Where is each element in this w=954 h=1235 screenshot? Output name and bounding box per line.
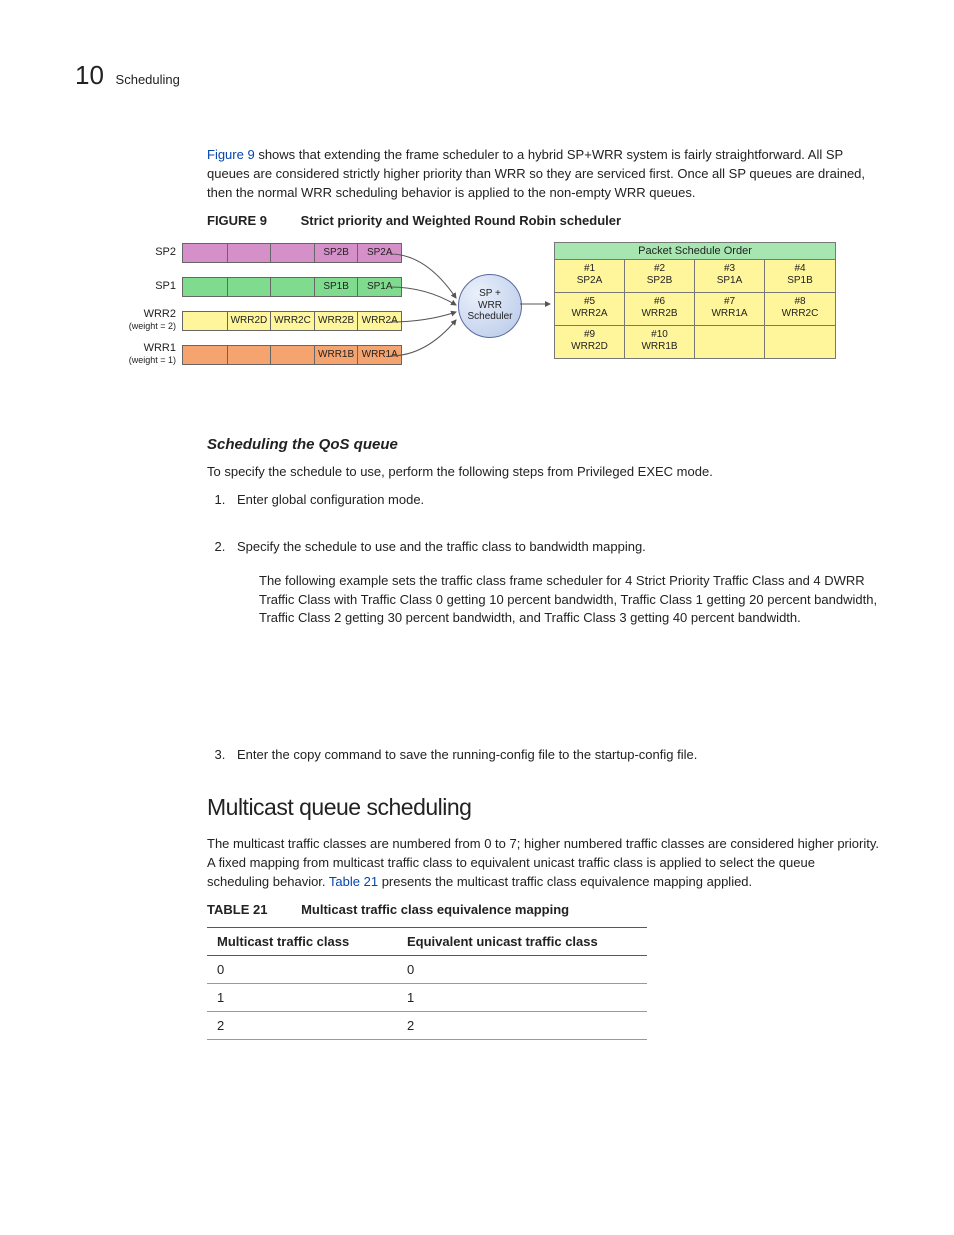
qos-heading: Scheduling the QoS queue (207, 436, 879, 453)
figure-label: FIGURE 9 (207, 213, 267, 228)
intro-text: shows that extending the frame scheduler… (207, 147, 865, 200)
table-label: TABLE 21 (207, 902, 267, 917)
qos-step-3: Enter the copy command to save the runni… (229, 746, 879, 764)
queue-label: SP2 (122, 247, 182, 259)
step-text: Enter global configuration mode. (237, 492, 424, 507)
queue-cell (183, 244, 227, 262)
queue-cell (183, 312, 227, 330)
queue-cell: SP2B (314, 244, 358, 262)
table-row: 00 (207, 956, 647, 984)
page-header: 10 Scheduling (75, 60, 879, 91)
figure-9: SP2SP2BSP2ASP1SP1BSP1AWRR2(weight = 2)WR… (122, 236, 879, 416)
order-cell: #9WRR2D (555, 326, 625, 358)
queue-cell (270, 278, 314, 296)
multicast-after: presents the multicast traffic class equ… (378, 874, 752, 889)
queue-cell (270, 244, 314, 262)
figure-9-link[interactable]: Figure 9 (207, 147, 255, 162)
table-cell: 2 (207, 1012, 397, 1040)
queue-cell: SP1B (314, 278, 358, 296)
scheduler-line3: Scheduler (459, 311, 521, 323)
queue-cell (270, 346, 314, 364)
scheduler-line2: WRR (459, 300, 521, 312)
queue-label: SP1 (122, 281, 182, 293)
queue-row: WRR1(weight = 1)WRR1BWRR1A (122, 344, 402, 366)
multicast-para: The multicast traffic classes are number… (207, 835, 879, 892)
step-text: Specify the schedule to use and the traf… (237, 539, 646, 554)
queue-cell: WRR2D (227, 312, 271, 330)
qos-step-1: Enter global configuration mode. (229, 491, 879, 509)
table-caption-line: TABLE 21 Multicast traffic class equival… (207, 902, 879, 917)
table-cell: 1 (207, 984, 397, 1012)
multicast-heading: Multicast queue scheduling (207, 794, 879, 821)
order-cell: #8WRR2C (765, 293, 835, 326)
queue-row: SP1SP1BSP1A (122, 276, 402, 298)
queue-cell: WRR2C (270, 312, 314, 330)
figure-caption-line: FIGURE 9 Strict priority and Weighted Ro… (207, 213, 879, 228)
queue-cell (183, 278, 227, 296)
qos-example: The following example sets the traffic c… (259, 572, 879, 629)
step-text: Enter the copy command to save the runni… (237, 747, 697, 762)
queue-label: WRR1(weight = 1) (122, 343, 182, 366)
qos-intro: To specify the schedule to use, perform … (207, 463, 879, 482)
order-cell: #10WRR1B (625, 326, 695, 358)
queue-cell (227, 244, 271, 262)
queue-row: SP2SP2BSP2A (122, 242, 402, 264)
order-cell: #6WRR2B (625, 293, 695, 326)
table-col-1: Multicast traffic class (207, 928, 397, 956)
order-cell: #4SP1B (765, 260, 835, 293)
table-cell: 0 (397, 956, 647, 984)
chapter-number: 10 (75, 60, 104, 90)
queue-cell (227, 346, 271, 364)
table-row: 22 (207, 1012, 647, 1040)
table-col-2: Equivalent unicast traffic class (397, 928, 647, 956)
table-cell: 2 (397, 1012, 647, 1040)
queue-bar: WRR2DWRR2CWRR2BWRR2A (182, 311, 402, 331)
table-cell: 1 (397, 984, 647, 1012)
queue-cell: WRR1B (314, 346, 358, 364)
table-row: 11 (207, 984, 647, 1012)
multicast-table: Multicast traffic class Equivalent unica… (207, 927, 647, 1040)
queue-stack: SP2SP2BSP2ASP1SP1BSP1AWRR2(weight = 2)WR… (122, 242, 402, 378)
arrows-icon (386, 240, 466, 390)
table-cell: 0 (207, 956, 397, 984)
order-cell: #2SP2B (625, 260, 695, 293)
chapter-title: Scheduling (116, 72, 180, 87)
order-cell (695, 326, 765, 358)
queue-bar: SP1BSP1A (182, 277, 402, 297)
order-cell: #7WRR1A (695, 293, 765, 326)
queue-bar: SP2BSP2A (182, 243, 402, 263)
order-title: Packet Schedule Order (555, 243, 835, 260)
scheduler-line1: SP + (459, 288, 521, 300)
order-cell: #5WRR2A (555, 293, 625, 326)
queue-row: WRR2(weight = 2)WRR2DWRR2CWRR2BWRR2A (122, 310, 402, 332)
intro-para: Figure 9 shows that extending the frame … (207, 146, 879, 203)
order-cell: #1SP2A (555, 260, 625, 293)
arrow-right-icon (520, 296, 554, 312)
scheduler-node: SP + WRR Scheduler (458, 274, 522, 338)
qos-step-2: Specify the schedule to use and the traf… (229, 538, 879, 719)
queue-cell: WRR2B (314, 312, 358, 330)
figure-caption: Strict priority and Weighted Round Robin… (301, 213, 621, 228)
queue-label: WRR2(weight = 2) (122, 309, 182, 332)
queue-cell (183, 346, 227, 364)
order-cell (765, 326, 835, 358)
queue-cell (227, 278, 271, 296)
table-caption: Multicast traffic class equivalence mapp… (301, 902, 569, 917)
order-cell: #3SP1A (695, 260, 765, 293)
packet-schedule-order: Packet Schedule Order #1SP2A#2SP2B#3SP1A… (554, 242, 836, 359)
qos-steps: Enter global configuration mode. Specify… (207, 491, 879, 764)
table-21-link[interactable]: Table 21 (329, 874, 378, 889)
queue-bar: WRR1BWRR1A (182, 345, 402, 365)
